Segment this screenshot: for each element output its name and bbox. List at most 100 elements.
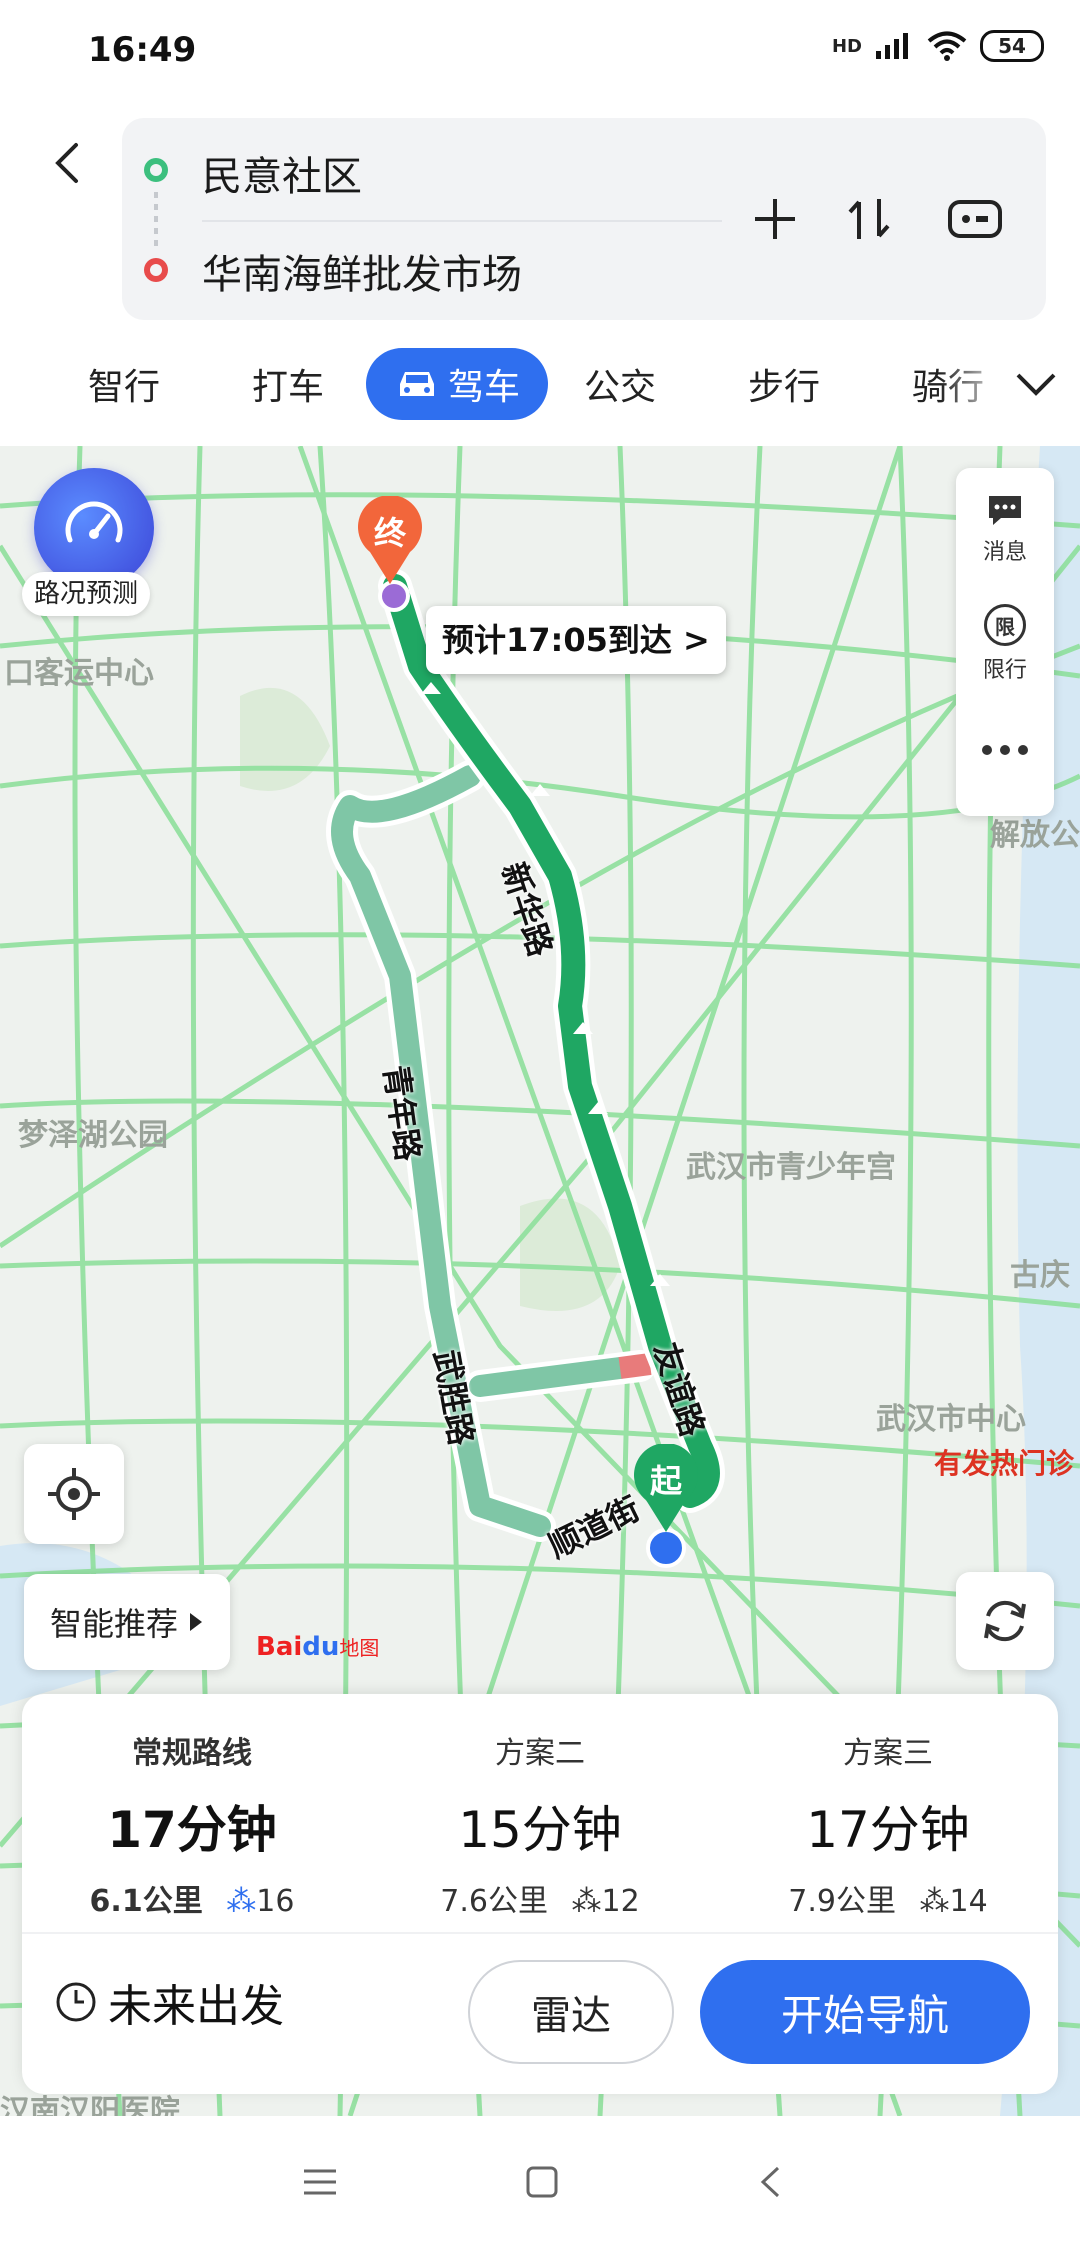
start-navigation-button[interactable]: 开始导航 [700, 1960, 1030, 2064]
swap-icon [848, 199, 890, 239]
divider [202, 220, 722, 222]
origin-pin[interactable]: 起 [630, 1444, 702, 1534]
restriction-icon-text: 限 [995, 614, 1015, 639]
chevron-left-icon [55, 143, 78, 183]
destination-pin-label: 终 [373, 514, 406, 552]
restriction-button[interactable]: 限 限行 [956, 604, 1054, 684]
refresh-route-button[interactable] [956, 1572, 1054, 1670]
plan-name: 方案二 [495, 1736, 585, 1771]
place-label: 武汉市青少年宫 [686, 1150, 896, 1185]
messages-label: 消息 [982, 540, 1027, 565]
car-settings-icon [948, 200, 1002, 238]
system-nav-bar [0, 2116, 1080, 2248]
divider [22, 1932, 1058, 1934]
traffic-light-icon: ⁂ [226, 1884, 257, 1919]
travel-mode-tabs: 智行 打车 驾车 公交 步行 骑行 [0, 340, 1080, 436]
tabs-fade [940, 340, 1010, 436]
back-triangle-icon [760, 2166, 780, 2198]
tab-taxi[interactable]: 打车 [252, 358, 324, 410]
traffic-light-icon: ⁂ [571, 1884, 602, 1919]
more-dots-icon [982, 745, 1028, 755]
origin-pin-label: 起 [649, 1462, 682, 1500]
place-label: 有发热门诊 [934, 1447, 1075, 1480]
future-departure-label: 未来出发 [108, 1981, 284, 2032]
plan-distance: 7.6公里 [440, 1884, 548, 1919]
plan-option-3[interactable]: 方案三 17分钟 7.9公里 ⁂14 [738, 1728, 1038, 1920]
plan-meta: 7.9公里 ⁂14 [738, 1876, 1038, 1920]
speedometer-icon [65, 501, 123, 543]
home-button[interactable] [516, 2156, 568, 2208]
traffic-light-icon: ⁂ [919, 1884, 950, 1919]
route-plans-card: 常规路线 17分钟 6.1公里 ⁂16 方案二 15分钟 7.6公里 ⁂12 方… [22, 1694, 1058, 2094]
plan-lights: 16 [256, 1884, 295, 1919]
radar-button[interactable]: 雷达 [468, 1960, 674, 2064]
tab-walk[interactable]: 步行 [748, 358, 820, 410]
smart-recommend-label: 智能推荐 [49, 1605, 178, 1643]
route-input-card: 民意社区 华南海鲜批发市场 [122, 118, 1046, 320]
origin-field[interactable]: 民意社区 [202, 144, 362, 202]
destination-field[interactable]: 华南海鲜批发市场 [202, 242, 522, 300]
plan-distance: 6.1公里 [89, 1884, 203, 1919]
restriction-icon: 限 [984, 604, 1026, 646]
home-square-icon [526, 2166, 558, 2198]
tab-drive[interactable]: 驾车 [366, 348, 548, 420]
map-logo: Baidu地图 [256, 1632, 379, 1662]
clock-icon [56, 1982, 96, 2022]
plan-meta: 6.1公里 ⁂16 [42, 1876, 342, 1920]
tab-transit[interactable]: 公交 [584, 358, 656, 410]
menu-icon [304, 2169, 336, 2195]
locate-me-button[interactable] [24, 1444, 124, 1544]
status-icons: HD 54 [832, 30, 1044, 62]
place-label: 解放公 [990, 818, 1080, 853]
tab-smart[interactable]: 智行 [88, 358, 160, 410]
caret-right-icon [190, 1613, 202, 1631]
plan-option-1[interactable]: 常规路线 17分钟 6.1公里 ⁂16 [42, 1728, 342, 1920]
place-label: 古庆 [1010, 1258, 1070, 1293]
more-modes-button[interactable] [1010, 358, 1062, 410]
refresh-icon [984, 1600, 1026, 1642]
plan-duration: 15分钟 [458, 1801, 622, 1859]
back-button[interactable] [40, 136, 94, 190]
system-back-button[interactable] [744, 2156, 796, 2208]
restriction-label: 限行 [982, 658, 1027, 683]
logo-text: Bai [256, 1632, 303, 1662]
car-icon [399, 372, 434, 396]
destination-pin[interactable]: 终 [354, 496, 426, 586]
plan-distance: 7.9公里 [788, 1884, 896, 1919]
plan-name: 方案三 [843, 1736, 933, 1771]
plan-option-2[interactable]: 方案二 15分钟 7.6公里 ⁂12 [390, 1728, 690, 1920]
swap-button[interactable] [836, 186, 902, 252]
hd-label: HD [831, 35, 862, 57]
smart-recommend-button[interactable]: 智能推荐 [24, 1574, 230, 1670]
status-time: 16:49 [88, 30, 197, 70]
more-button[interactable] [956, 744, 1054, 756]
menu-button[interactable] [294, 2156, 346, 2208]
route-connector [154, 192, 158, 248]
messages-button[interactable]: 消息 [956, 492, 1054, 566]
place-label: 梦泽湖公园 [18, 1118, 168, 1153]
wifi-icon [927, 31, 967, 61]
add-waypoint-button[interactable] [742, 186, 808, 252]
place-label: 口客运中心 [4, 656, 154, 691]
future-departure-button[interactable]: 未来出发 [54, 1970, 284, 2034]
tab-drive-label: 驾车 [447, 367, 520, 408]
battery-indicator: 54 [980, 30, 1044, 62]
plan-lights: 12 [601, 1884, 640, 1919]
signal-icon [876, 33, 908, 59]
plan-name: 常规路线 [132, 1736, 252, 1771]
crosshair-icon [48, 1468, 100, 1520]
route-options-button[interactable] [942, 186, 1008, 252]
traffic-forecast-button[interactable] [34, 468, 154, 588]
map-side-panel: 消息 限 限行 [956, 468, 1054, 816]
message-icon [989, 496, 1021, 525]
plus-icon [755, 199, 795, 239]
origin-dot-icon [144, 158, 168, 182]
traffic-forecast-label: 路况预测 [22, 572, 151, 616]
plan-meta: 7.6公里 ⁂12 [390, 1876, 690, 1920]
eta-bubble[interactable]: 预计17:05到达 > [426, 606, 726, 674]
plan-duration: 17分钟 [107, 1801, 277, 1859]
plan-lights: 14 [949, 1884, 988, 1919]
destination-dot-icon [144, 258, 168, 282]
chevron-down-icon [1016, 373, 1056, 396]
logo-sub: 地图 [339, 1636, 380, 1660]
